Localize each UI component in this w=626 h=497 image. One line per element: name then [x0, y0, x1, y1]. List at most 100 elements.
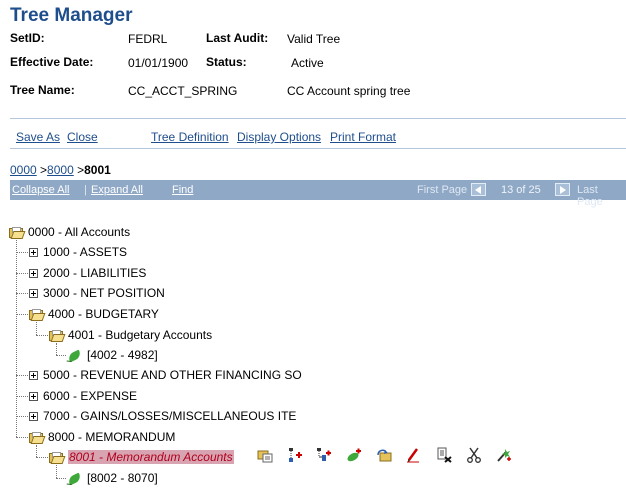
setid-label: SetID:: [10, 31, 45, 45]
tree-connector: [16, 375, 28, 376]
tree-node-5000[interactable]: 5000 - REVENUE AND OTHER FINANCING SO: [29, 367, 302, 383]
insert-child-icon[interactable]: [316, 447, 332, 463]
cut-node-icon[interactable]: [466, 447, 482, 463]
tree-connector: [56, 478, 66, 479]
tree-name-value: CC_ACCT_SPRING: [128, 84, 238, 98]
edit-data-icon[interactable]: [257, 447, 273, 463]
first-page-label: First Page: [417, 184, 468, 196]
tree-connector: [56, 465, 57, 478]
breadcrumb-current: 8001: [84, 163, 111, 177]
open-folder-icon[interactable]: [49, 329, 66, 342]
breadcrumb-0000[interactable]: 0000: [10, 163, 37, 177]
expand-icon[interactable]: [29, 371, 38, 381]
close-link[interactable]: Close: [67, 130, 98, 144]
tree-range-label[interactable]: [8002 - 8070]: [87, 471, 158, 485]
divider-top: [10, 118, 626, 119]
tree-node-label[interactable]: 6000 - EXPENSE: [43, 389, 137, 403]
tree-connector: [36, 445, 37, 457]
tree-node-label[interactable]: 1000 - ASSETS: [43, 245, 127, 259]
tree-node-6000[interactable]: 6000 - EXPENSE: [29, 388, 137, 404]
tree-connector: [16, 293, 28, 294]
tree-connector: [16, 396, 28, 397]
tree-node-0000[interactable]: 0000 - All Accounts: [9, 224, 130, 240]
tree-connector: [16, 416, 28, 417]
tree-node-8000[interactable]: 8000 - MEMORANDUM: [29, 429, 175, 445]
tree-node-label[interactable]: 0000 - All Accounts: [28, 225, 130, 239]
tree-range-4001[interactable]: [4002 - 4982]: [66, 347, 158, 363]
tree-range-label[interactable]: [4002 - 4982]: [87, 348, 158, 362]
tree-connector: [16, 314, 28, 315]
open-folder-icon[interactable]: [29, 431, 46, 444]
expand-icon[interactable]: [29, 248, 38, 258]
tree-node-2000[interactable]: 2000 - LIABILITIES: [29, 265, 146, 281]
tree-node-label[interactable]: 8000 - MEMORANDUM: [48, 430, 175, 444]
save-as-link[interactable]: Save As: [16, 130, 60, 144]
navbar-separator: |: [84, 184, 87, 196]
tree-node-3000[interactable]: 3000 - NET POSITION: [29, 285, 165, 301]
find-link[interactable]: Find: [172, 184, 193, 196]
tree-definition-link[interactable]: Tree Definition: [151, 130, 229, 144]
divider-actions: [10, 148, 626, 149]
page-title: Tree Manager: [10, 5, 133, 26]
tree-node-1000[interactable]: 1000 - ASSETS: [29, 244, 127, 260]
tree-node-label[interactable]: 4001 - Budgetary Accounts: [68, 328, 212, 342]
tree-connector: [16, 437, 28, 438]
open-folder-icon[interactable]: [49, 451, 66, 464]
expand-icon[interactable]: [29, 392, 38, 402]
breadcrumb-separator: >: [36, 163, 48, 177]
status-label: Status:: [206, 55, 247, 69]
tree-node-4000[interactable]: 4000 - BUDGETARY: [29, 306, 159, 322]
tree-node-8001-selected[interactable]: 8001 - Memorandum Accounts: [49, 449, 234, 465]
tree-node-label[interactable]: 2000 - LIABILITIES: [43, 266, 146, 280]
tree-node-4001[interactable]: 4001 - Budgetary Accounts: [49, 327, 212, 343]
collapse-all-link[interactable]: Collapse All: [12, 184, 69, 196]
expand-all-link[interactable]: Expand All: [91, 184, 143, 196]
effective-date-label: Effective Date:: [10, 55, 94, 69]
previous-page-icon[interactable]: [471, 183, 486, 196]
tree-node-label[interactable]: 8001 - Memorandum Accounts: [68, 450, 234, 464]
status-value: Active: [291, 56, 324, 70]
last-audit-value: Valid Tree: [287, 32, 341, 46]
tree-node-7000[interactable]: 7000 - GAINS/LOSSES/MISCELLANEOUS ITE: [29, 408, 296, 424]
leaf-icon: [66, 349, 83, 363]
page-info: 13 of 25: [501, 184, 541, 196]
expand-icon[interactable]: [29, 289, 38, 299]
insert-detail-icon[interactable]: [346, 447, 362, 463]
tree-connector: [16, 240, 17, 437]
tree-description: CC Account spring tree: [287, 84, 411, 98]
effective-date-value: 01/01/1900: [128, 56, 189, 70]
tree-navigation-bar: Collapse All | Expand All Find First Pag…: [10, 180, 626, 208]
setid-value: FEDRL: [128, 32, 168, 46]
tree-name-label: Tree Name:: [10, 83, 75, 97]
tree-node-label[interactable]: 4000 - BUDGETARY: [48, 307, 159, 321]
expand-icon[interactable]: [29, 269, 38, 279]
tree-connector: [16, 273, 28, 274]
tree-connector: [16, 252, 28, 253]
edit-node-icon[interactable]: [405, 447, 421, 463]
last-page-label: Last Page: [577, 184, 603, 208]
tree-connector: [56, 343, 57, 355]
tree-connector: [36, 322, 37, 335]
next-page-icon[interactable]: [555, 183, 570, 196]
expand-icon[interactable]: [29, 412, 38, 422]
tree-node-label[interactable]: 3000 - NET POSITION: [43, 286, 165, 300]
leaf-icon: [66, 472, 83, 486]
open-folder-icon[interactable]: [29, 308, 46, 321]
display-options-link[interactable]: Display Options: [237, 130, 321, 144]
last-audit-label: Last Audit:: [206, 31, 269, 45]
tree-connector: [56, 355, 66, 356]
breadcrumb-8000[interactable]: 8000: [47, 163, 74, 177]
insert-sibling-icon[interactable]: [287, 447, 303, 463]
delete-node-icon[interactable]: [436, 447, 452, 463]
tree-connector: [36, 335, 48, 336]
breadcrumb: 0000 >8000 >8001: [10, 163, 111, 177]
breadcrumb-separator: >: [73, 163, 85, 177]
tree-connector: [36, 457, 48, 458]
tree-node-label[interactable]: 7000 - GAINS/LOSSES/MISCELLANEOUS ITE: [43, 409, 296, 423]
insert-range-icon[interactable]: [496, 447, 512, 463]
print-format-link[interactable]: Print Format: [330, 130, 396, 144]
move-node-icon[interactable]: [376, 447, 392, 463]
tree-range-8001[interactable]: [8002 - 8070]: [66, 470, 158, 486]
open-folder-icon: [9, 226, 26, 239]
tree-node-label[interactable]: 5000 - REVENUE AND OTHER FINANCING SO: [43, 368, 302, 382]
